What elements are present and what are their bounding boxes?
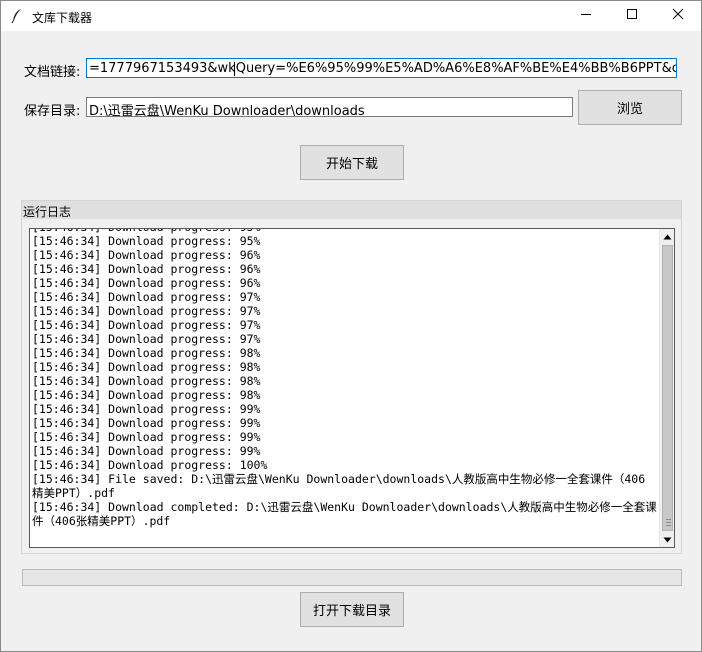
thumb-grip-line	[666, 519, 671, 520]
log-line: [15:46:34] Download progress: 98%	[32, 346, 261, 360]
log-scrollbar[interactable]	[659, 229, 674, 547]
log-line: [15:46:34] Download progress: 96%	[32, 276, 261, 290]
minimize-icon	[580, 8, 592, 24]
start-download-button[interactable]: 开始下载	[300, 145, 404, 180]
browse-button[interactable]: 浏览	[578, 90, 682, 125]
log-line: 件（406张精美PPT）.pdf	[32, 514, 171, 528]
log-line: [15:46:34] Download progress: 99%	[32, 444, 261, 458]
log-line: [15:46:34] Download progress: 99%	[32, 416, 261, 430]
log-line: 精美PPT）.pdf	[32, 486, 115, 500]
title-bar[interactable]: 文库下载器	[1, 1, 701, 31]
scrollbar-thumb[interactable]	[662, 245, 673, 531]
log-line: [15:46:34] Download progress: 97%	[32, 318, 261, 332]
triangle-down-icon	[663, 532, 672, 547]
scroll-down-button[interactable]	[660, 532, 674, 547]
url-label: 文档链接:	[24, 65, 81, 80]
thumb-grip-line	[666, 522, 671, 523]
dir-input[interactable]: D:\迅雷云盘\WenKu Downloader\downloads	[86, 97, 573, 117]
dir-input-value: D:\迅雷云盘\WenKu Downloader\downloads	[89, 104, 365, 117]
log-line: [15:46:34] Download progress: 97%	[32, 332, 261, 346]
text-caret	[234, 62, 235, 76]
log-line: [15:46:34] Download progress: 98%	[32, 360, 261, 374]
open-download-dir-button[interactable]: 打开下载目录	[300, 592, 404, 627]
log-line: [15:46:34] Download progress: 98%	[32, 374, 261, 388]
scroll-up-button[interactable]	[660, 229, 674, 244]
log-text: [15:46:34] Download progress: 95% [15:46:…	[32, 229, 660, 528]
browse-button-label: 浏览	[616, 102, 643, 117]
log-line: [15:46:34] File saved: D:\迅雷云盘\WenKu Dow…	[32, 472, 646, 486]
log-panel: 运行日志 [15:46:34] Download progress: 95% [1…	[21, 200, 682, 554]
log-line: [15:46:34] Download progress: 95%	[32, 234, 261, 248]
maximize-button[interactable]	[609, 1, 655, 31]
triangle-up-icon	[663, 229, 672, 244]
log-line: [15:46:34] Download progress: 100%	[32, 458, 268, 472]
log-line: [15:46:34] Download completed: D:\迅雷云盘\W…	[32, 500, 657, 514]
log-line: [15:46:34] Download progress: 96%	[32, 262, 261, 276]
maximize-icon	[626, 8, 638, 24]
log-line: [15:46:34] Download progress: 97%	[32, 304, 261, 318]
close-button[interactable]	[655, 1, 701, 31]
log-line: [15:46:34] Download progress: 97%	[32, 290, 261, 304]
log-header: 运行日志	[22, 201, 681, 219]
app-window: 文库下载器 文档链接: =1777967153493&wkQuery=%E6%9…	[0, 0, 702, 652]
thumb-grip-line	[666, 525, 671, 526]
open-download-dir-label: 打开下载目录	[312, 604, 391, 619]
log-textbox[interactable]: [15:46:34] Download progress: 95% [15:46:…	[29, 228, 675, 548]
url-input[interactable]: =1777967153493&wkQuery=%E6%95%99%E5%AD%A…	[86, 58, 677, 78]
quill-icon	[10, 8, 24, 24]
log-line: [15:46:34] Download progress: 99%	[32, 402, 261, 416]
download-progress-bar	[22, 569, 682, 586]
url-input-value: =1777967153493&wkQuery=%E6%95%99%E5%AD%A…	[89, 61, 676, 76]
log-title: 运行日志	[23, 205, 72, 219]
log-line: [15:46:34] Download progress: 99%	[32, 430, 261, 444]
log-line: [15:46:34] Download progress: 98%	[32, 388, 261, 402]
minimize-button[interactable]	[563, 1, 609, 31]
start-download-label: 开始下载	[325, 157, 378, 172]
log-line: [15:46:34] Download progress: 96%	[32, 248, 261, 262]
window-title: 文库下载器	[32, 11, 93, 25]
dir-label: 保存目录:	[24, 104, 81, 119]
close-icon	[672, 8, 684, 24]
